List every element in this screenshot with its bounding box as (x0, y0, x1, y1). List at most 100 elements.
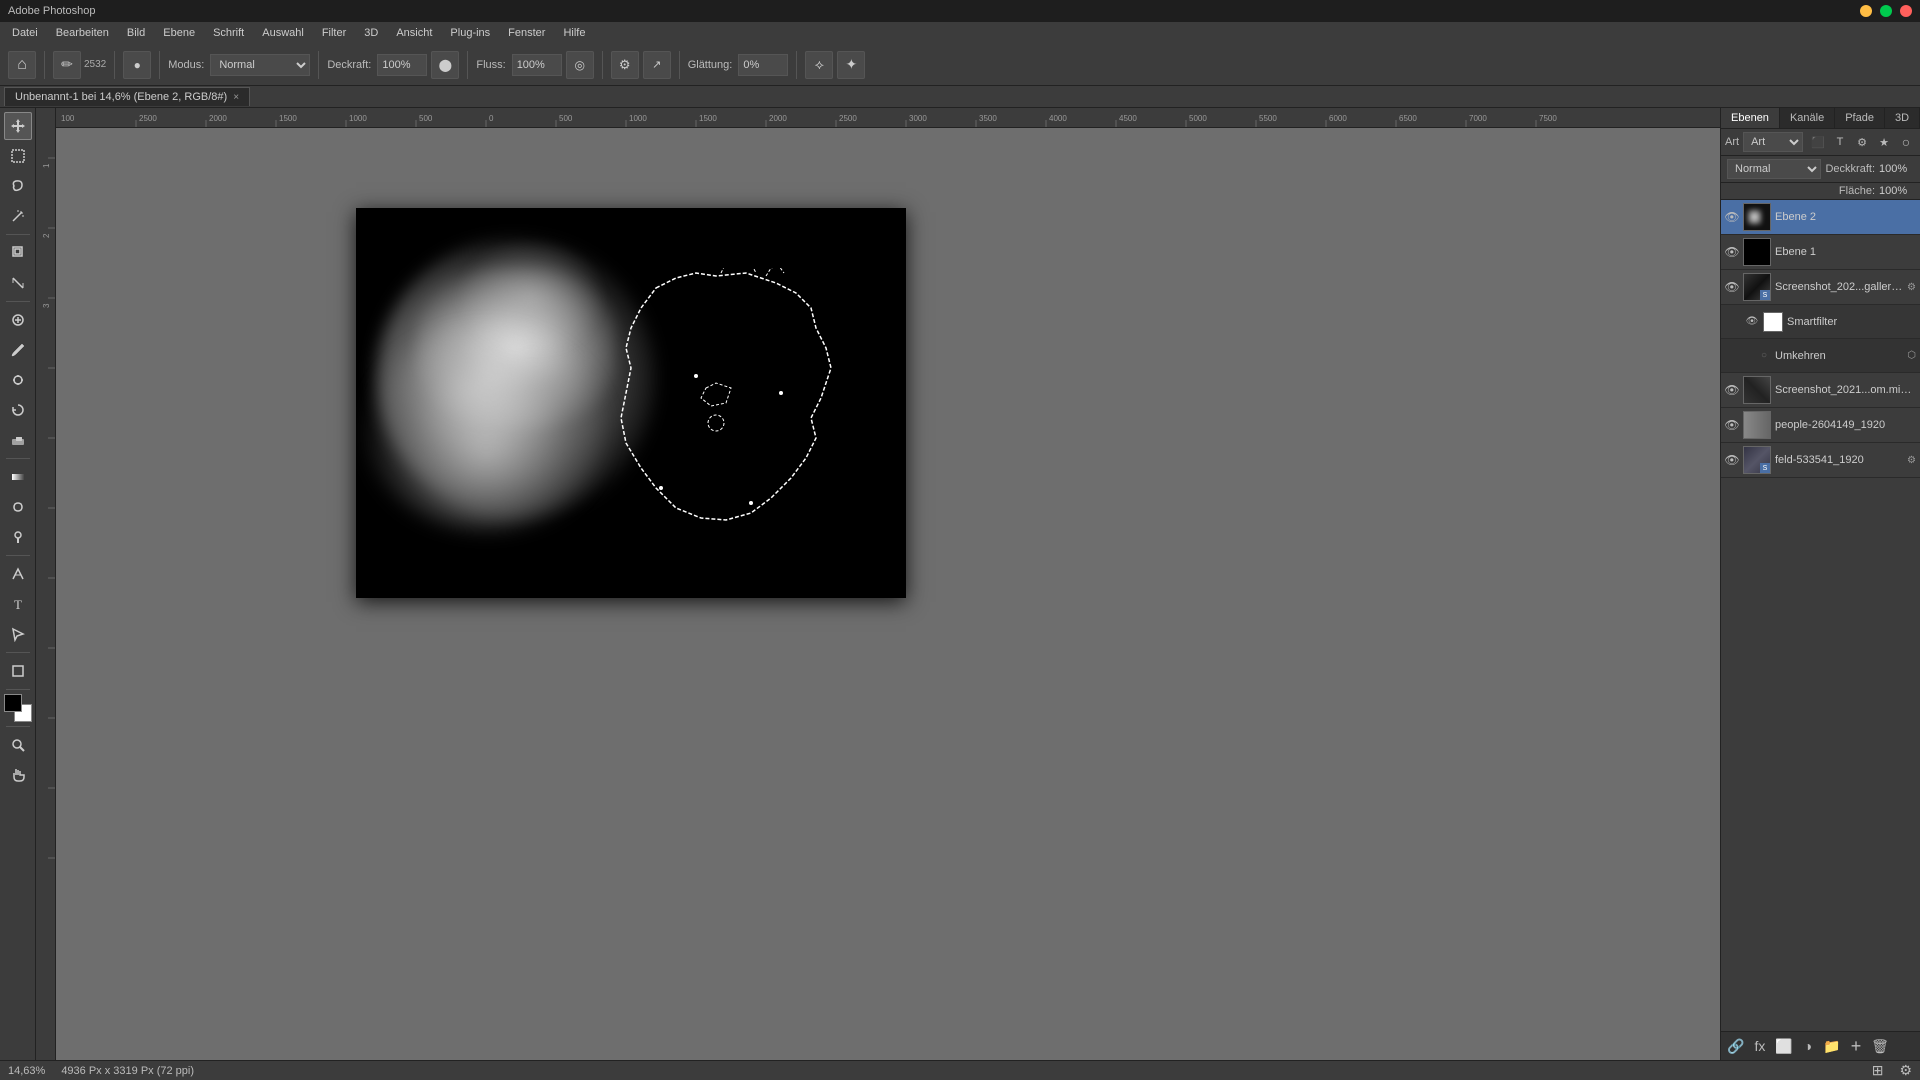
spot-heal-tool[interactable] (4, 306, 32, 334)
brush-tool[interactable] (4, 336, 32, 364)
hand-tool[interactable] (4, 761, 32, 789)
deckraft-icon[interactable]: ⬤ (431, 51, 459, 79)
layer-thumb-people (1743, 411, 1771, 439)
layer-item-ebene1[interactable]: 👁 Ebene 1 (1721, 235, 1920, 270)
menu-auswahl[interactable]: Auswahl (254, 25, 312, 41)
layer-adjust-button[interactable]: ◑ (1797, 1035, 1819, 1057)
layer-filter-btn4[interactable]: ★ (1874, 132, 1894, 152)
layer-filter-btn3[interactable]: ⚙ (1852, 132, 1872, 152)
minimize-button[interactable] (1860, 5, 1872, 17)
layer-item-feld[interactable]: 👁 S feld-533541_1920 ⚙ (1721, 443, 1920, 478)
glattung-input[interactable]: 0% (738, 54, 788, 76)
angle-button[interactable]: ↗ (643, 51, 671, 79)
shape-tool[interactable] (4, 657, 32, 685)
extra-button[interactable]: ✦ (837, 51, 865, 79)
statusbar-arrange-button[interactable]: ⊞ (1872, 1062, 1884, 1079)
move-tool[interactable] (4, 112, 32, 140)
layer-style-button[interactable]: fx (1749, 1035, 1771, 1057)
modus-select[interactable]: Normal (210, 54, 310, 76)
layer-delete-button[interactable]: 🗑 (1869, 1035, 1891, 1057)
fluss-icon[interactable]: ◎ (566, 51, 594, 79)
lasso-tool[interactable] (4, 172, 32, 200)
layer-eye-feld[interactable]: 👁 (1725, 453, 1739, 467)
pen-tool[interactable] (4, 560, 32, 588)
layer-item-screenshot-kopie[interactable]: 👁 S Screenshot_202...gallery Kopie ⚙ (1721, 270, 1920, 305)
menu-ansicht[interactable]: Ansicht (388, 25, 440, 41)
settings-button[interactable]: ⚙ (611, 51, 639, 79)
gradient-tool[interactable] (4, 463, 32, 491)
eraser-tool[interactable] (4, 426, 32, 454)
statusbar-settings-button[interactable]: ⚙ (1899, 1062, 1912, 1079)
brush-size-display: 2532 (84, 59, 106, 70)
symmetry-button[interactable]: ⟡ (805, 51, 833, 79)
toolbar-sep-5 (467, 51, 468, 79)
foreground-color-swatch[interactable] (4, 694, 22, 712)
menu-hilfe[interactable]: Hilfe (555, 25, 593, 41)
deckraft-input[interactable]: 100% (377, 54, 427, 76)
tab-kanale[interactable]: Kanäle (1780, 108, 1835, 128)
layer-mode-select[interactable]: Normal (1727, 159, 1821, 179)
main-layout: T 100 2500 (0, 108, 1920, 1060)
clone-tool[interactable] (4, 366, 32, 394)
menu-bearbeiten[interactable]: Bearbeiten (48, 25, 117, 41)
tool-sep-7 (6, 726, 30, 727)
art-select[interactable]: Art (1743, 132, 1803, 152)
dodge-tool[interactable] (4, 523, 32, 551)
color-swatches[interactable] (4, 694, 32, 722)
menu-ebene[interactable]: Ebene (155, 25, 203, 41)
menu-3d[interactable]: 3D (356, 25, 386, 41)
modus-label: Modus: (168, 59, 204, 71)
brush-picker-button[interactable]: ● (123, 51, 151, 79)
layer-new-button[interactable]: + (1845, 1035, 1867, 1057)
layer-item-people[interactable]: 👁 people-2604149_1920 (1721, 408, 1920, 443)
menu-filter[interactable]: Filter (314, 25, 354, 41)
layer-group-button[interactable]: 📁 (1821, 1035, 1843, 1057)
zoom-tool[interactable] (4, 731, 32, 759)
menu-datei[interactable]: Datei (4, 25, 46, 41)
layer-eye-umkehren[interactable]: ○ (1757, 349, 1771, 363)
selection-tool[interactable] (4, 142, 32, 170)
wand-tool[interactable] (4, 202, 32, 230)
layer-eye-screenshot2021[interactable]: 👁 (1725, 383, 1739, 397)
close-button[interactable] (1900, 5, 1912, 17)
layer-filter-toggle[interactable]: ○ (1896, 132, 1916, 152)
document-tab[interactable]: Unbenannt-1 bei 14,6% (Ebene 2, RGB/8#) … (4, 87, 250, 106)
fluss-input[interactable]: 100% (512, 54, 562, 76)
measure-tool[interactable] (4, 269, 32, 297)
layer-item-ebene2[interactable]: 👁 Ebene 2 (1721, 200, 1920, 235)
layer-filter-btn2[interactable]: T (1830, 132, 1850, 152)
canvas-container[interactable] (56, 128, 1720, 1060)
layer-name-people: people-2604149_1920 (1775, 419, 1916, 431)
layer-item-smartfilter[interactable]: 👁 Smartfilter (1721, 305, 1920, 339)
layer-eye-people[interactable]: 👁 (1725, 418, 1739, 432)
crop-tool[interactable] (4, 239, 32, 267)
home-button[interactable]: ⌂ (8, 51, 36, 79)
layer-filter-btn1[interactable]: ⬛ (1808, 132, 1828, 152)
tab-ebenen[interactable]: Ebenen (1721, 108, 1780, 128)
tab-3d[interactable]: 3D (1885, 108, 1920, 128)
blur-tool[interactable] (4, 493, 32, 521)
layer-link-button[interactable]: 🔗 (1725, 1035, 1747, 1057)
history-tool[interactable] (4, 396, 32, 424)
left-toolbar: T (0, 108, 36, 1060)
selection-outline (596, 268, 846, 528)
brush-tool-button[interactable]: ✏ (53, 51, 81, 79)
layer-item-umkehren[interactable]: ○ Umkehren ⬡ (1721, 339, 1920, 373)
menubar: Datei Bearbeiten Bild Ebene Schrift Ausw… (0, 22, 1920, 44)
layer-eye-ebene2[interactable]: 👁 (1725, 210, 1739, 224)
layer-eye-ebene1[interactable]: 👁 (1725, 245, 1739, 259)
maximize-button[interactable] (1880, 5, 1892, 17)
layer-eye-smartfilter[interactable]: 👁 (1745, 315, 1759, 329)
text-tool[interactable]: T (4, 590, 32, 618)
tab-close-button[interactable]: × (233, 92, 239, 103)
menu-bild[interactable]: Bild (119, 25, 153, 41)
layer-mask-button[interactable]: ⬜ (1773, 1035, 1795, 1057)
menu-fenster[interactable]: Fenster (500, 25, 553, 41)
path-select-tool[interactable] (4, 620, 32, 648)
menu-schrift[interactable]: Schrift (205, 25, 252, 41)
tab-pfade[interactable]: Pfade (1835, 108, 1885, 128)
canvas-area[interactable]: 100 2500 2000 1500 1000 500 0 500 1000 1… (36, 108, 1720, 1060)
menu-plugins[interactable]: Plug-ins (442, 25, 498, 41)
layer-item-screenshot2021[interactable]: 👁 Screenshot_2021...om.miui.gallery (1721, 373, 1920, 408)
layer-eye-screenshot-kopie[interactable]: 👁 (1725, 280, 1739, 294)
